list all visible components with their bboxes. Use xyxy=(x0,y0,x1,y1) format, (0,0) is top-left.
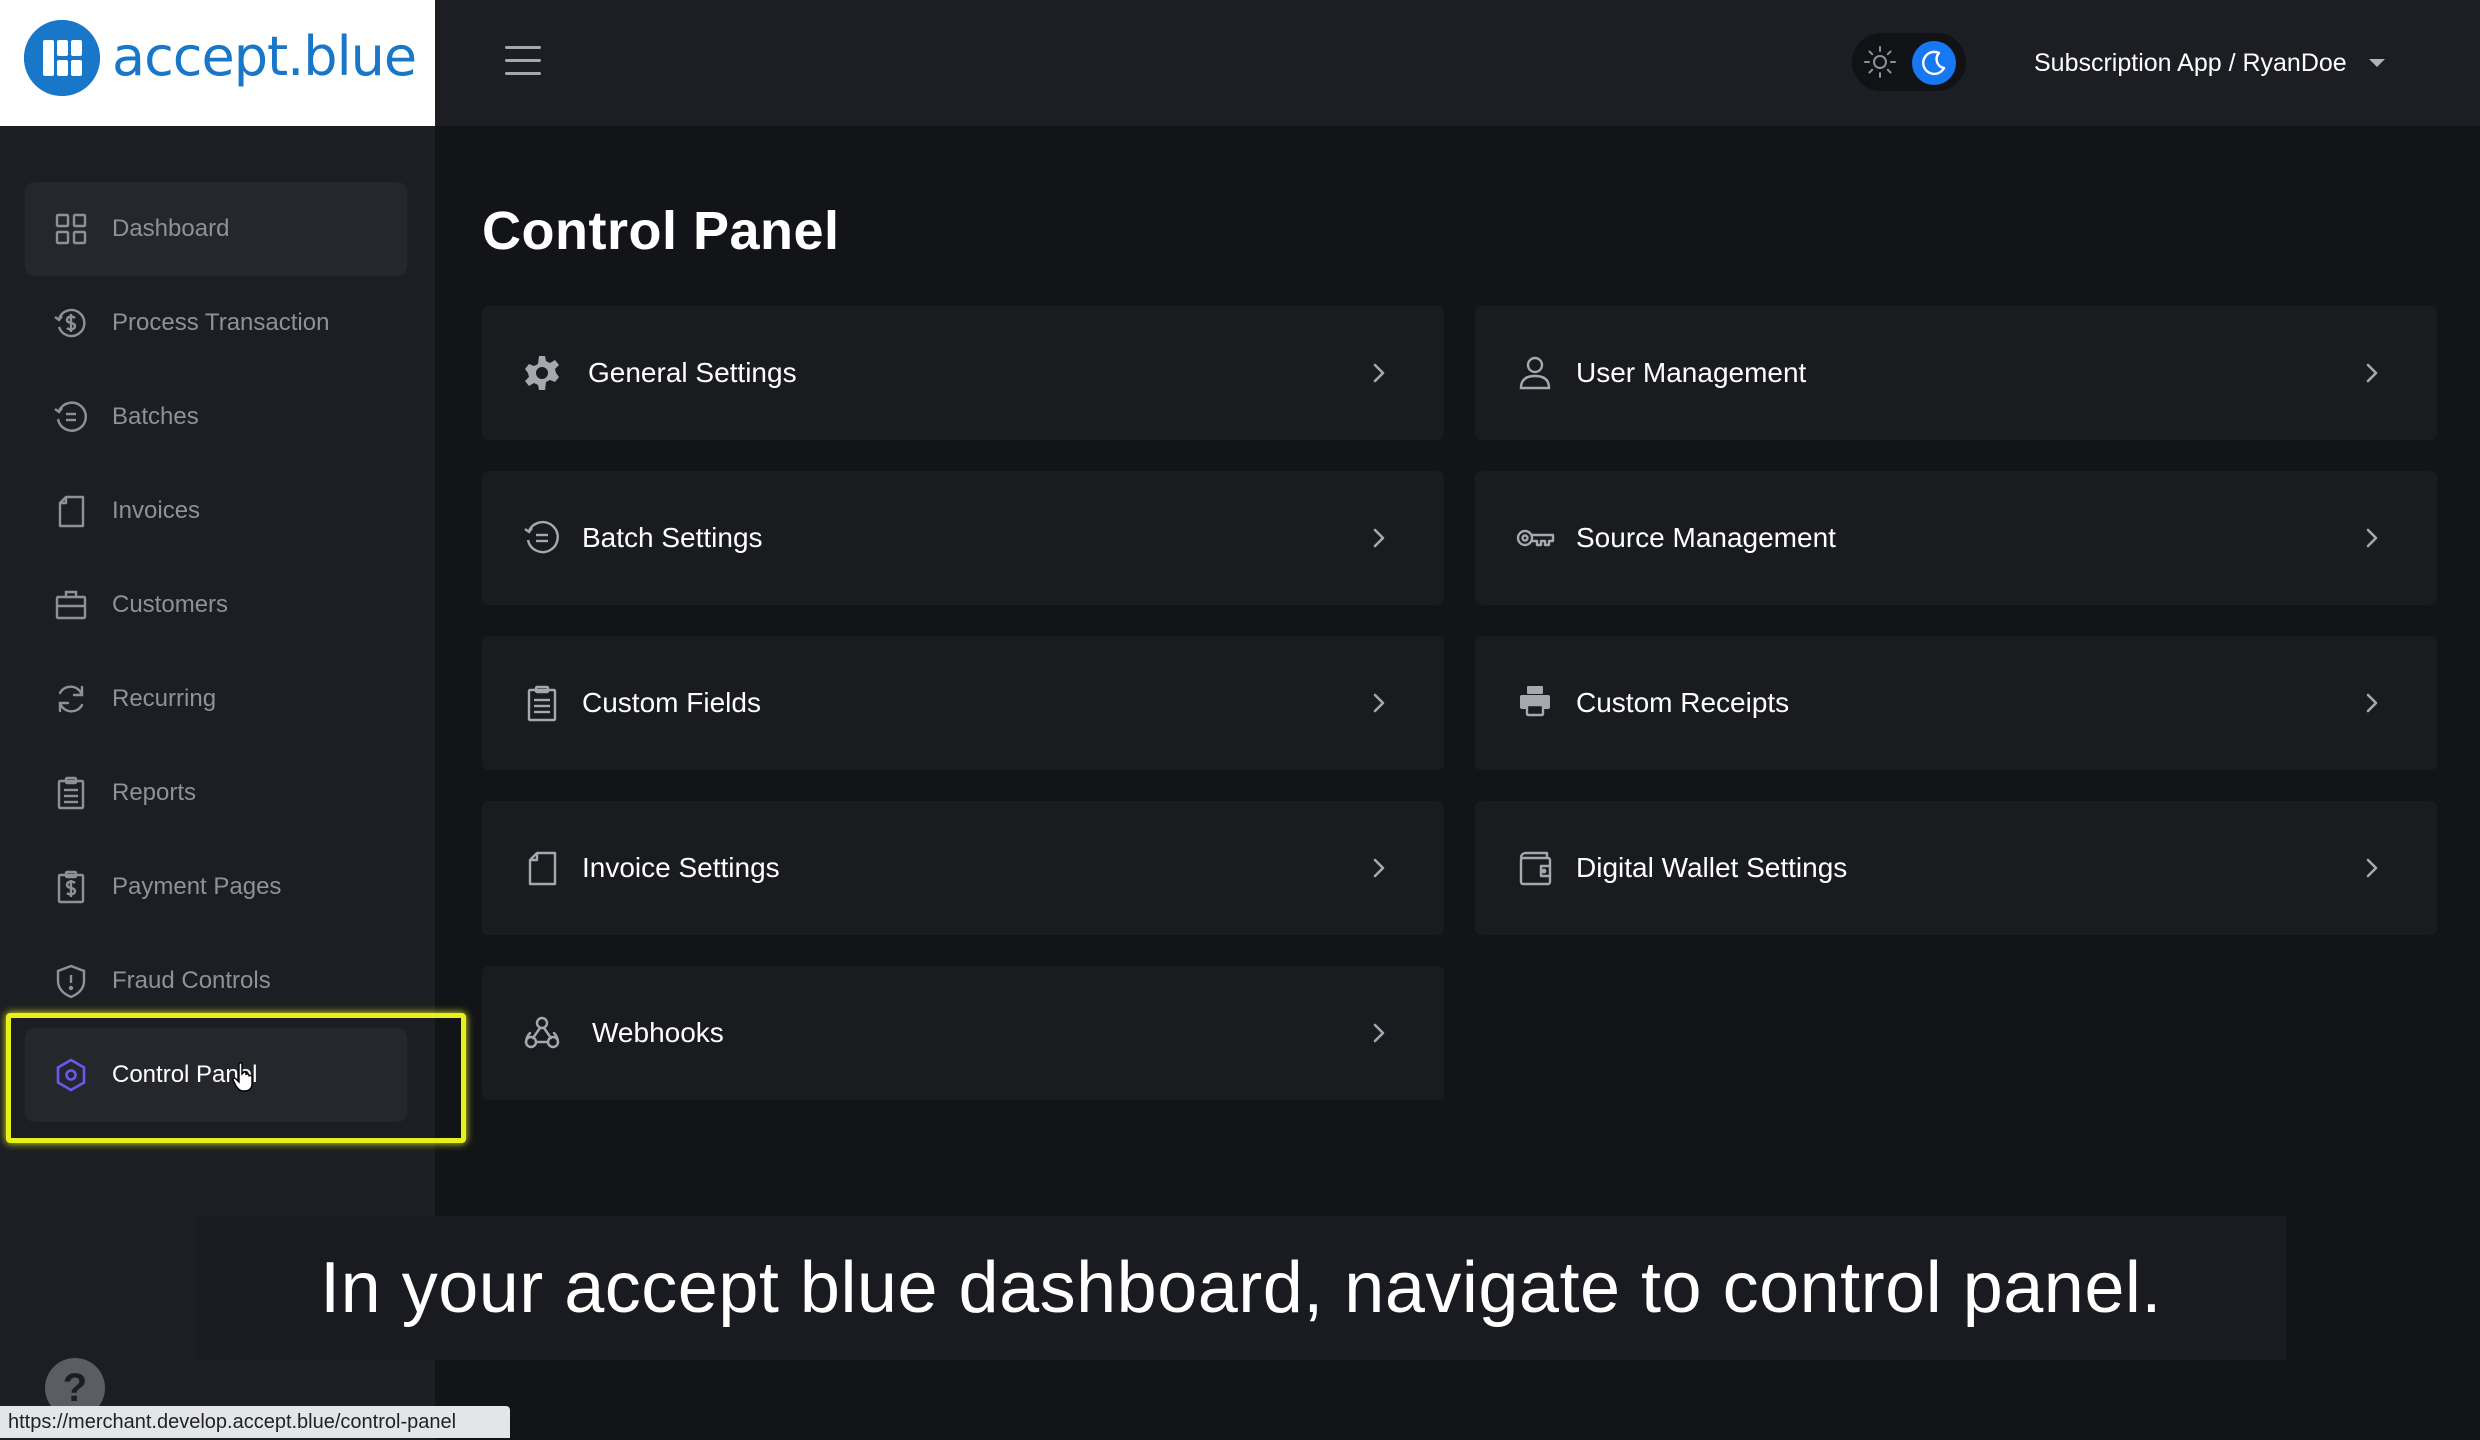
sidebar-item-dashboard[interactable]: Dashboard xyxy=(25,182,407,276)
sidebar-item-label: Control Panel xyxy=(112,1061,258,1088)
sidebar-item-label: Batches xyxy=(112,403,199,430)
clipboard-icon xyxy=(522,683,562,723)
chevron-right-icon xyxy=(1364,358,1394,388)
invoice-icon xyxy=(53,493,89,529)
hexagon-icon xyxy=(53,1057,89,1093)
moon-icon[interactable] xyxy=(1912,41,1956,85)
card-invoice-settings[interactable]: Invoice Settings xyxy=(482,801,1444,935)
sidebar-item-payment-pages[interactable]: Payment Pages xyxy=(25,840,407,934)
card-batch-settings[interactable]: Batch Settings xyxy=(482,471,1444,605)
sidebar-item-invoices[interactable]: Invoices xyxy=(25,464,407,558)
caret-down-icon xyxy=(2368,59,2385,67)
card-label: Invoice Settings xyxy=(582,852,780,883)
sidebar-item-batches[interactable]: Batches xyxy=(25,370,407,464)
chevron-right-icon xyxy=(1364,523,1394,553)
chevron-right-icon xyxy=(2357,688,2387,718)
gear-icon xyxy=(522,353,562,393)
brand-name: accept.blue xyxy=(112,25,417,88)
card-label: Custom Fields xyxy=(582,687,761,718)
card-label: General Settings xyxy=(588,357,797,388)
hamburger-icon[interactable] xyxy=(505,44,541,78)
card-label: Custom Receipts xyxy=(1576,687,1790,718)
webhook-icon xyxy=(522,1013,562,1053)
theme-toggle[interactable] xyxy=(1852,33,1966,91)
sidebar-item-control-panel[interactable]: Control Panel xyxy=(25,1028,407,1122)
batch-icon xyxy=(53,399,89,435)
grid-icon xyxy=(53,211,89,247)
account-menu[interactable]: Subscription App / RyanDoe xyxy=(2034,43,2385,83)
sidebar-item-label: Fraud Controls xyxy=(112,967,271,994)
sidebar-item-label: Invoices xyxy=(112,497,201,524)
video-caption: In your accept blue dashboard, navigate … xyxy=(196,1216,2286,1360)
brand-logo[interactable]: accept.blue xyxy=(0,0,435,126)
sidebar-item-recurring[interactable]: Recurring xyxy=(25,652,407,746)
card-general-settings[interactable]: General Settings xyxy=(482,306,1444,440)
payment-page-icon xyxy=(53,869,89,905)
briefcase-icon xyxy=(53,587,89,623)
logo-mark-icon xyxy=(24,20,100,96)
sidebar-item-label: Reports xyxy=(112,779,197,806)
sidebar-item-label: Process Transaction xyxy=(112,309,330,336)
invoice-icon xyxy=(522,848,562,888)
card-label: Webhooks xyxy=(592,1017,724,1048)
card-webhooks[interactable]: Webhooks xyxy=(482,966,1444,1100)
card-user-management[interactable]: User Management xyxy=(1475,306,2437,440)
sidebar-item-fraud-controls[interactable]: Fraud Controls xyxy=(25,934,407,1028)
card-custom-receipts[interactable]: Custom Receipts xyxy=(1475,636,2437,770)
chevron-right-icon xyxy=(2357,523,2387,553)
card-custom-fields[interactable]: Custom Fields xyxy=(482,636,1444,770)
sidebar-item-label: Recurring xyxy=(112,685,217,712)
shield-icon xyxy=(53,963,89,999)
card-digital-wallet-settings[interactable]: Digital Wallet Settings xyxy=(1475,801,2437,935)
card-label: Batch Settings xyxy=(582,522,763,553)
chevron-right-icon xyxy=(1364,853,1394,883)
sidebar-item-customers[interactable]: Customers xyxy=(25,558,407,652)
chevron-right-icon xyxy=(1364,688,1394,718)
chevron-right-icon xyxy=(2357,853,2387,883)
account-label: Subscription App / RyanDoe xyxy=(2034,49,2347,77)
card-label: Source Management xyxy=(1576,522,1836,553)
dollar-circle-icon xyxy=(53,305,89,341)
wallet-icon xyxy=(1515,848,1555,888)
refresh-icon xyxy=(53,681,89,717)
batch-icon xyxy=(522,518,562,558)
card-label: User Management xyxy=(1576,357,1807,388)
sidebar-item-label: Payment Pages xyxy=(112,873,282,900)
printer-icon xyxy=(1515,683,1555,723)
chevron-right-icon xyxy=(1364,1018,1394,1048)
status-bar-url: https://merchant.develop.accept.blue/con… xyxy=(0,1406,510,1438)
card-label: Digital Wallet Settings xyxy=(1576,852,1848,883)
sidebar-item-label: Customers xyxy=(112,591,229,618)
sidebar-item-process-transaction[interactable]: Process Transaction xyxy=(25,276,407,370)
key-icon xyxy=(1515,518,1555,558)
card-source-management[interactable]: Source Management xyxy=(1475,471,2437,605)
chevron-right-icon xyxy=(2357,358,2387,388)
sidebar-item-label: Dashboard xyxy=(112,215,230,242)
top-bar: accept.blue Subscription App / RyanDoe xyxy=(0,0,2480,126)
sidebar-item-reports[interactable]: Reports xyxy=(25,746,407,840)
user-icon xyxy=(1515,353,1555,393)
sun-icon[interactable] xyxy=(1862,44,1898,80)
clipboard-icon xyxy=(53,775,89,811)
page-title: Control Panel xyxy=(482,201,840,261)
